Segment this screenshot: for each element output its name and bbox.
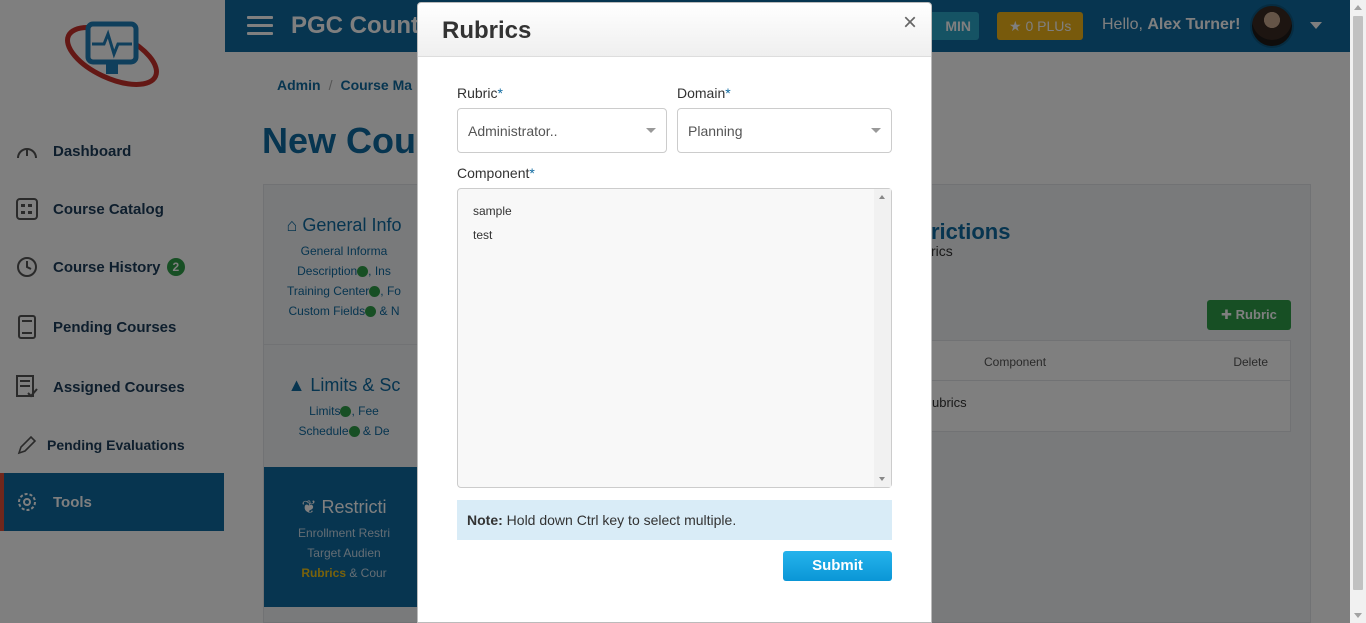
multiselect-note: Note: Hold down Ctrl key to select multi… bbox=[457, 500, 892, 540]
rubric-label: Rubric* bbox=[457, 85, 503, 101]
page-scrollbar[interactable] bbox=[1350, 0, 1366, 623]
close-icon[interactable]: × bbox=[903, 11, 917, 35]
chevron-down-icon bbox=[646, 128, 656, 133]
domain-select[interactable]: Planning bbox=[677, 108, 892, 153]
modal-header: Rubrics × bbox=[418, 3, 931, 57]
component-option-test[interactable]: test bbox=[458, 223, 512, 247]
scroll-up-arrow-icon[interactable] bbox=[1354, 5, 1362, 10]
submit-button[interactable]: Submit bbox=[783, 551, 892, 581]
chevron-down-icon bbox=[871, 128, 881, 133]
scrollbar-thumb[interactable] bbox=[1353, 16, 1363, 590]
scroll-up-arrow-icon[interactable] bbox=[879, 195, 885, 199]
listbox-scrollbar[interactable] bbox=[874, 189, 891, 487]
rubrics-modal: Rubrics × Rubric* Administrator.. Domain… bbox=[417, 2, 932, 623]
component-label: Component* bbox=[457, 165, 535, 181]
domain-label: Domain* bbox=[677, 85, 731, 101]
component-option-sample[interactable]: sample bbox=[458, 199, 512, 223]
rubric-select[interactable]: Administrator.. bbox=[457, 108, 667, 153]
modal-title: Rubrics bbox=[442, 17, 532, 44]
component-multiselect[interactable]: sample test bbox=[457, 188, 892, 488]
scroll-down-arrow-icon[interactable] bbox=[879, 477, 885, 481]
scroll-down-arrow-icon[interactable] bbox=[1354, 613, 1362, 618]
